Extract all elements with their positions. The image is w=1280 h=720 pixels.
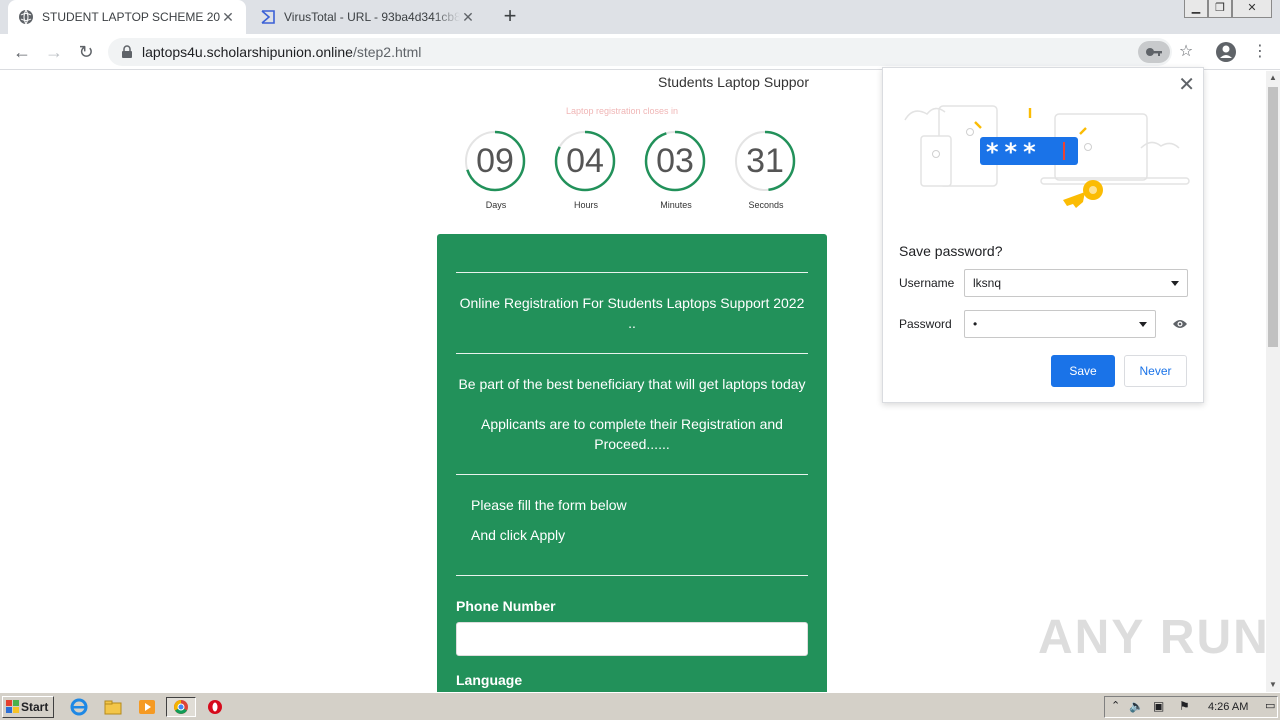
username-select[interactable]: lksnq: [964, 269, 1188, 297]
save-password-bubble: ✕ *** Save password? Username lksnq Pass…: [882, 67, 1204, 403]
restore-button[interactable]: ❐: [1208, 0, 1232, 18]
registration-card: Online Registration For Students Laptops…: [437, 234, 827, 692]
countdown-label: Hours: [573, 200, 598, 210]
illustration-mask-text: ***: [986, 138, 1042, 166]
globe-icon: [19, 9, 33, 25]
forward-button[interactable]: →: [42, 40, 66, 64]
bookmark-star-icon[interactable]: ☆: [1174, 40, 1198, 64]
profile-icon: [1216, 42, 1236, 62]
tab-close-icon[interactable]: ✕: [460, 9, 476, 26]
password-key-button[interactable]: [1138, 41, 1170, 63]
phone-number-input[interactable]: [456, 622, 808, 656]
close-window-button[interactable]: ✕: [1232, 0, 1272, 18]
eye-icon[interactable]: [1172, 318, 1188, 330]
never-button[interactable]: Never: [1124, 355, 1187, 387]
chevron-down-icon: [1171, 281, 1179, 286]
windows-taskbar: Start ⌃ 🔈 ▣ ⚑ ▭ 4:26 AM: [0, 692, 1280, 720]
tab-virustotal[interactable]: VirusTotal - URL - 93ba4d341cb8c3e ✕: [250, 0, 486, 34]
divider: [456, 575, 808, 576]
save-password-title: Save password?: [899, 243, 1003, 259]
opera-taskbar-icon[interactable]: [204, 697, 226, 717]
password-select[interactable]: •: [964, 310, 1156, 338]
username-value: lksnq: [973, 276, 1002, 290]
key-icon: [1146, 48, 1162, 56]
address-bar[interactable]: laptops4u.scholarshipunion.online/step2.…: [108, 38, 1172, 66]
password-illustration: ***: [904, 105, 1190, 208]
closes-in-text: Laptop registration closes in: [566, 106, 679, 116]
anyrun-watermark: ANY RUN: [1038, 611, 1270, 664]
chevron-down-icon: [1139, 322, 1147, 327]
new-tab-button[interactable]: +: [498, 5, 522, 29]
tab-strip: STUDENT LAPTOP SCHEME 2022 ✕ VirusTotal …: [0, 0, 1280, 34]
countdown-hours: 04 Hours: [554, 130, 618, 210]
windows-logo-icon: [6, 700, 19, 713]
countdown-value: 09: [476, 142, 514, 180]
ie-taskbar-icon[interactable]: [68, 697, 90, 717]
countdown-label: Days: [485, 200, 507, 210]
browser-toolbar: ← → ↻ laptops4u.scholarshipunion.online /…: [0, 34, 1280, 70]
show-desktop-icon[interactable]: ▭: [1265, 699, 1275, 712]
explorer-taskbar-icon[interactable]: [102, 697, 124, 717]
countdown-value: 31: [746, 142, 784, 180]
countdown-label: Minutes: [660, 200, 692, 210]
divider: [456, 272, 808, 273]
scroll-thumb[interactable]: [1268, 87, 1278, 347]
lock-icon: [122, 45, 132, 58]
network-icon[interactable]: ▣: [1153, 699, 1164, 713]
instruction-fill-form: Please fill the form below: [471, 497, 627, 513]
tab-title: STUDENT LAPTOP SCHEME 2022: [42, 10, 220, 24]
divider: [456, 474, 808, 475]
minimize-button[interactable]: ▁: [1184, 0, 1208, 18]
url-host: laptops4u.scholarshipunion.online: [142, 44, 353, 60]
volume-icon[interactable]: 🔈: [1129, 699, 1144, 713]
profile-button[interactable]: [1214, 40, 1238, 64]
password-label: Password: [899, 317, 952, 331]
system-tray: ⌃ 🔈 ▣ ⚑ ▭: [1104, 696, 1278, 718]
tab-student-laptop[interactable]: STUDENT LAPTOP SCHEME 2022 ✕: [8, 0, 246, 34]
menu-kebab-icon[interactable]: ⋮: [1248, 40, 1272, 64]
countdown-value: 04: [566, 142, 604, 180]
password-value: •: [973, 317, 978, 331]
start-button[interactable]: Start: [2, 696, 54, 718]
reload-button[interactable]: ↻: [74, 40, 98, 64]
divider: [456, 353, 808, 354]
card-paragraph-1: Be part of the best beneficiary that wil…: [458, 376, 806, 392]
card-heading: Online Registration For Students Laptops…: [459, 295, 805, 331]
tab-close-icon[interactable]: ✕: [220, 9, 236, 26]
taskbar-clock: 4:26 AM: [1208, 701, 1249, 713]
save-button[interactable]: Save: [1051, 355, 1115, 387]
countdown-value: 03: [656, 142, 694, 180]
scroll-down-arrow-icon[interactable]: ▼: [1266, 678, 1280, 692]
phone-number-label: Phone Number: [456, 598, 556, 614]
username-label: Username: [899, 276, 955, 290]
tray-expand-icon[interactable]: ⌃: [1111, 699, 1120, 712]
url-path: /step2.html: [352, 44, 422, 60]
start-label: Start: [21, 700, 49, 714]
page-scrollbar[interactable]: ▲ ▼: [1266, 71, 1280, 692]
media-player-taskbar-icon[interactable]: [136, 697, 158, 717]
countdown-minutes: 03 Minutes: [644, 130, 708, 210]
language-label: Language: [456, 672, 523, 688]
instruction-click-apply: And click Apply: [471, 527, 566, 543]
action-center-flag-icon[interactable]: ⚑: [1179, 699, 1190, 713]
countdown-days: 09 Days: [464, 130, 528, 210]
countdown-seconds: 31 Seconds: [734, 130, 798, 210]
back-button[interactable]: ←: [10, 40, 34, 64]
chrome-taskbar-icon[interactable]: [166, 697, 196, 717]
card-paragraph-2: Applicants are to complete their Registr…: [481, 416, 783, 452]
tab-title: VirusTotal - URL - 93ba4d341cb8c3e: [284, 10, 460, 24]
scroll-up-arrow-icon[interactable]: ▲: [1266, 71, 1280, 85]
virustotal-icon: [261, 10, 275, 24]
countdown-label: Seconds: [748, 200, 784, 210]
site-title: Students Laptop Suppor: [658, 74, 810, 90]
